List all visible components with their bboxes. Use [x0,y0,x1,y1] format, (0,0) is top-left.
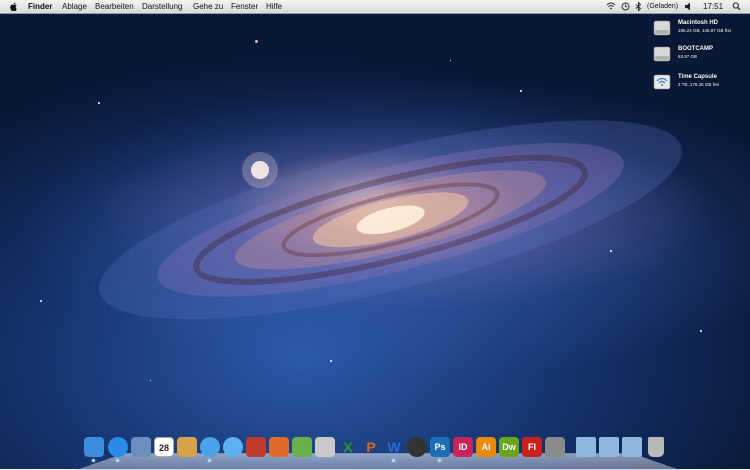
battery-status-text[interactable]: (Geladen) [647,0,678,13]
word-icon: W [387,439,401,455]
dock-indesign[interactable]: ID [453,437,473,457]
running-indicator [208,459,211,462]
running-indicator [438,459,441,462]
hard-disk-icon [653,20,671,36]
dock-system-preferences[interactable] [545,437,565,457]
dock-app-store[interactable] [108,437,128,457]
volume-icon[interactable] [684,0,692,13]
hard-disk-icon [653,46,671,62]
dock-safari[interactable] [200,437,220,457]
drive-name: Time Capsule [678,74,717,80]
star [450,60,451,61]
menu-ablage[interactable]: Ablage [62,0,87,13]
dock-trash[interactable] [648,437,664,457]
drive-name: BOOTCAMP [678,46,713,52]
menu-darstellung[interactable]: Darstellung [142,0,182,13]
flash-icon: Fl [528,442,536,452]
star [150,380,151,381]
dock-finder[interactable] [84,437,104,457]
dreamweaver-icon: Dw [502,442,516,452]
drive-name: Macintosh HD [678,20,719,26]
indesign-icon: ID [458,442,468,452]
excel-icon: X [343,439,353,455]
dock-flash[interactable]: Fl [522,437,542,457]
menu-bearbeiten[interactable]: Bearbeiten [95,0,134,13]
dock-dreamweaver[interactable]: Dw [499,437,519,457]
star [610,250,612,252]
menu-gehe-zu[interactable]: Gehe zu [193,0,223,13]
star [40,300,42,302]
menu-hilfe[interactable]: Hilfe [266,0,282,13]
wifi-icon[interactable] [606,0,616,13]
dock-downloads-folder[interactable] [622,437,642,457]
menu-fenster[interactable]: Fenster [231,0,258,13]
star [255,40,258,43]
menu-app-name[interactable]: Finder [28,0,52,13]
dock-powerpoint[interactable]: P [361,437,381,457]
running-indicator [392,459,395,462]
dock-word[interactable]: W [384,437,404,457]
network-drive-icon [653,74,671,90]
running-indicator [116,459,119,462]
running-indicator [92,459,95,462]
star [700,330,702,332]
drive-info: 185.24 GB, 145.97 GB frei [678,28,732,33]
menu-bar: Finder Ablage Bearbeiten Darstellung Geh… [0,0,750,14]
dock-illustrator[interactable]: Ai [476,437,496,457]
star [330,360,332,362]
drive-info: 2 TB, 175.26 GB frei [678,82,719,87]
spotlight-icon[interactable] [732,0,741,13]
dock-crossover[interactable] [407,437,427,457]
drive-info: 63.97 GB [678,54,698,59]
star [98,102,100,104]
star [520,90,522,92]
dock-pages[interactable] [315,437,335,457]
photoshop-icon: Ps [434,442,446,452]
dock-iphoto[interactable] [177,437,197,457]
menu-clock[interactable]: 17:51 [703,0,723,13]
powerpoint-icon: P [366,439,376,455]
apple-menu-icon[interactable] [10,2,18,11]
dock-photoshop[interactable]: Ps [430,437,450,457]
dock-itunes[interactable] [223,437,243,457]
dock-keynote[interactable] [269,437,289,457]
dock-photo-booth[interactable] [246,437,266,457]
dock-applications-folder[interactable] [576,437,596,457]
bluetooth-icon[interactable] [635,0,642,13]
galaxy-wallpaper-art [99,120,683,320]
dock-ical[interactable]: 28 [154,437,174,457]
time-machine-icon[interactable] [621,0,630,13]
desktop-wallpaper [0,0,750,469]
illustrator-icon: Ai [481,442,491,452]
dock-excel[interactable]: X [338,437,358,457]
dock-preview[interactable] [131,437,151,457]
dock-numbers[interactable] [292,437,312,457]
dock-documents-folder[interactable] [599,437,619,457]
calendar-icon: 28 [158,443,169,453]
